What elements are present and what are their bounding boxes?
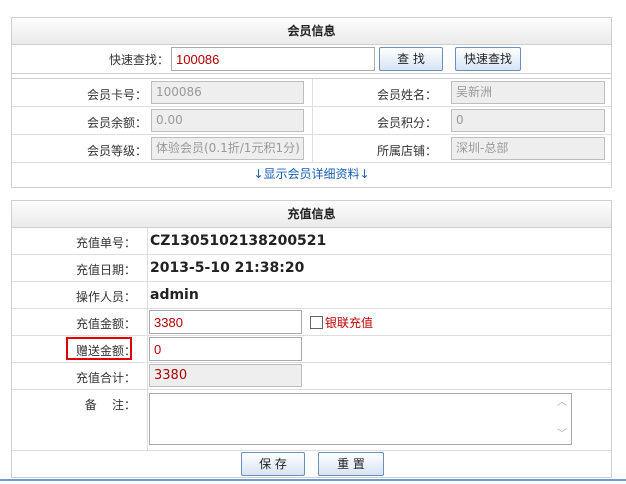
level-label: 会员等级：: [86, 144, 147, 158]
store-field: 深圳-总部: [451, 137, 605, 160]
show-details-link[interactable]: ↓显示会员详细资料↓: [253, 167, 369, 181]
total-row: 充值合计： 3380: [12, 363, 611, 390]
date-value: 2013-5-10 21:38:20: [150, 260, 305, 276]
bonus-label: 赠送金额：: [75, 344, 136, 358]
points-field: 0: [451, 109, 605, 132]
reset-button[interactable]: 重 置: [318, 452, 384, 476]
member-row-2: 会员余额： 0.00 会员积分： 0: [12, 107, 611, 135]
date-label: 充值日期：: [75, 263, 136, 277]
member-row-3: 会员等级： 体验会员(0.1折/1元积1分) 所属店铺： 深圳-总部: [12, 135, 611, 163]
amount-input[interactable]: [149, 310, 302, 334]
quick-search-row: 快速查找： 查 找 快速查找: [12, 45, 611, 74]
card-no-field: 100086: [151, 81, 304, 104]
bonus-row: 赠送金额：: [12, 336, 611, 363]
operator-label: 操作人员：: [75, 290, 136, 304]
member-fields-grid: 会员卡号： 100086 会员姓名： 吴新洲 会员余额： 0.00 会员积分： …: [12, 78, 611, 163]
bottom-divider: [0, 479, 626, 481]
total-label: 充值合计：: [75, 371, 136, 385]
member-info-title: 会员信息: [12, 18, 611, 45]
remark-textarea[interactable]: [149, 393, 572, 445]
store-label: 所属店铺：: [376, 144, 437, 158]
card-no-label: 会员卡号：: [86, 88, 147, 102]
order-no-row: 充值单号： CZ1305102138200521: [12, 228, 611, 255]
quick-search-label: 快速查找：: [108, 53, 169, 67]
balance-label: 会员余额：: [86, 116, 147, 130]
member-row-1: 会员卡号： 100086 会员姓名： 吴新洲: [12, 79, 611, 107]
total-field: 3380: [149, 364, 302, 387]
date-row: 充值日期： 2013-5-10 21:38:20: [12, 255, 611, 282]
operator-row: 操作人员： admin: [12, 282, 611, 309]
save-button[interactable]: 保 存: [241, 452, 305, 476]
name-label: 会员姓名：: [376, 88, 437, 102]
order-no-value: CZ1305102138200521: [150, 233, 327, 249]
name-field: 吴新洲: [451, 81, 605, 104]
quick-search-input[interactable]: [171, 47, 375, 71]
unionpay-label: 银联充值: [325, 316, 374, 330]
details-link-row: ↓显示会员详细资料↓: [12, 162, 611, 187]
remark-row: 备 注： ︿ ﹀: [12, 390, 611, 451]
unionpay-checkbox[interactable]: [310, 316, 323, 329]
amount-row: 充值金额： 银联充值: [12, 309, 611, 336]
balance-field: 0.00: [151, 109, 304, 132]
bonus-input[interactable]: [149, 337, 302, 361]
points-label: 会员积分：: [376, 116, 437, 130]
recharge-info-panel: 充值信息 充值单号： CZ1305102138200521 充值日期： 2013…: [11, 200, 612, 478]
member-info-panel: 会员信息 快速查找： 查 找 快速查找 会员卡号： 100086 会员姓名： 吴…: [11, 17, 612, 188]
amount-label: 充值金额：: [75, 317, 136, 331]
scroll-down-icon[interactable]: ﹀: [553, 426, 571, 444]
action-bar: 保 存 重 置: [12, 451, 611, 477]
level-field: 体验会员(0.1折/1元积1分): [151, 137, 304, 160]
scroll-up-icon[interactable]: ︿: [553, 394, 571, 412]
operator-value: admin: [150, 287, 199, 303]
remark-label: 备 注：: [84, 398, 136, 412]
find-button[interactable]: 查 找: [379, 47, 443, 71]
quick-find-button[interactable]: 快速查找: [455, 47, 521, 71]
order-no-label: 充值单号：: [75, 236, 136, 250]
unionpay-option[interactable]: 银联充值: [310, 314, 373, 331]
remark-scrollbar[interactable]: ︿ ﹀: [553, 394, 571, 444]
recharge-info-title: 充值信息: [12, 201, 611, 228]
